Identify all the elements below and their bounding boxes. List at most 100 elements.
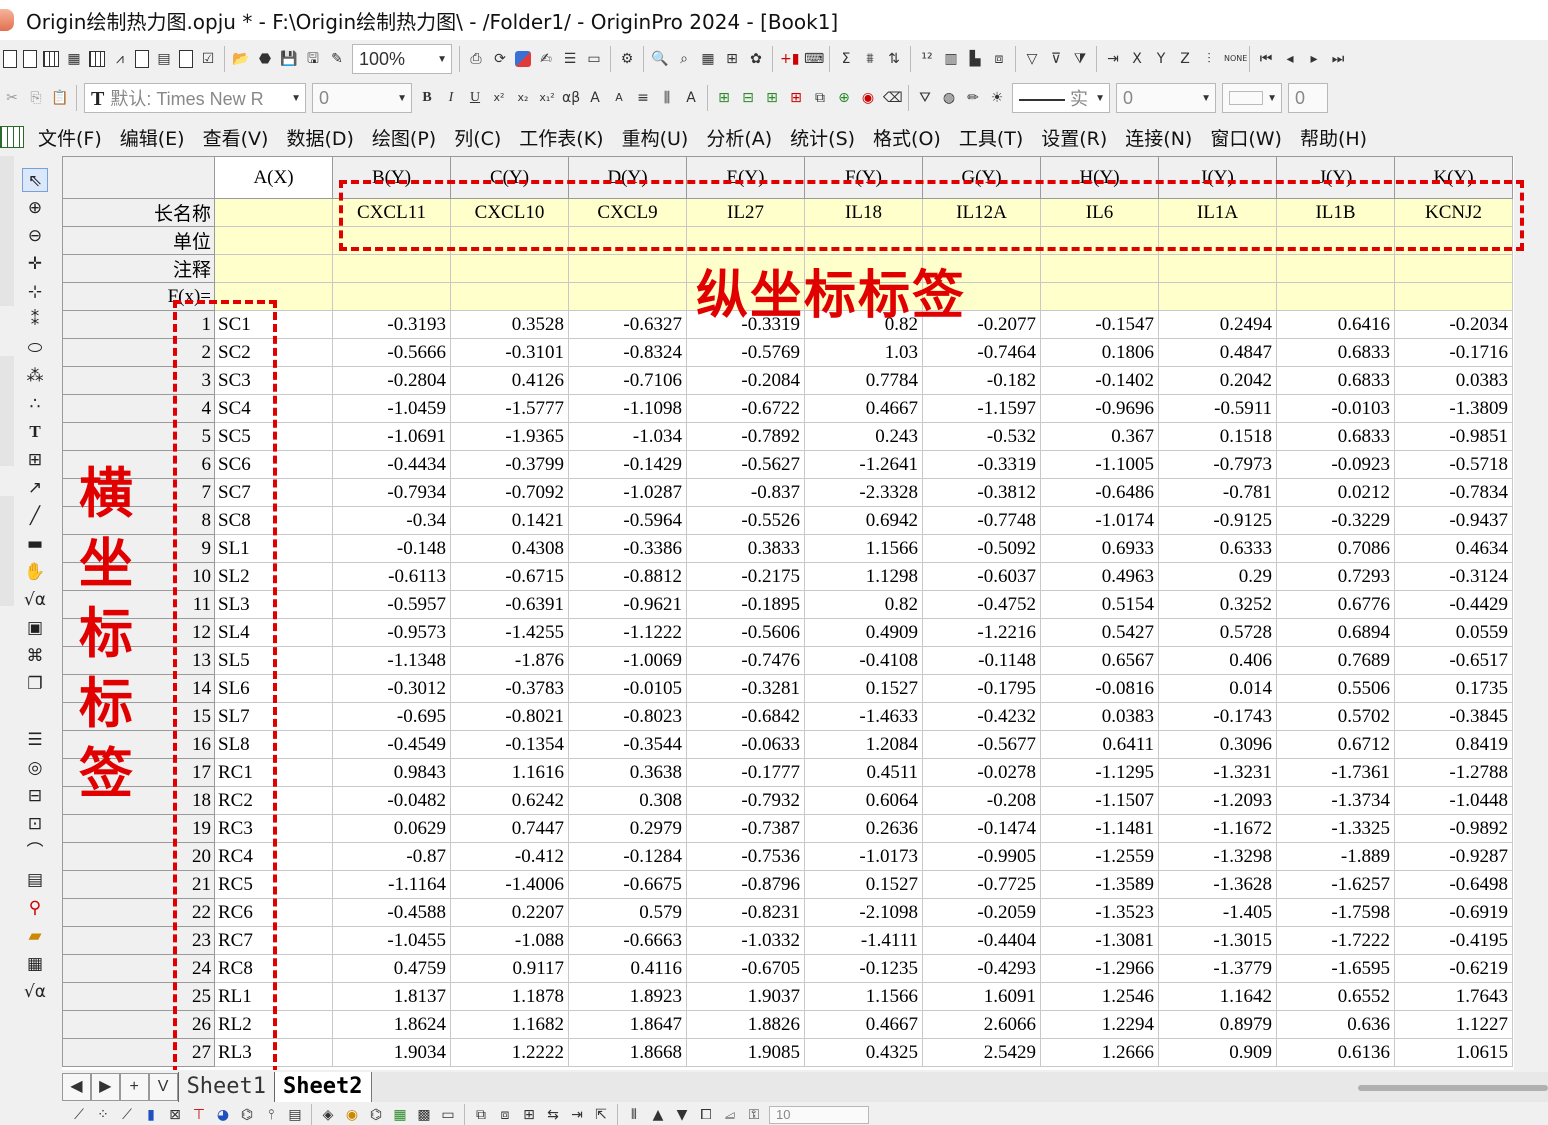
- list-icon[interactable]: ☰: [22, 728, 48, 752]
- data-cell[interactable]: -1.2559: [1040, 842, 1159, 871]
- data-cell[interactable]: -0.3012: [332, 674, 451, 703]
- data-cell[interactable]: 0.4308: [450, 534, 569, 563]
- data-cell[interactable]: -1.0448: [1394, 786, 1513, 815]
- add-table-icon[interactable]: ⊞: [22, 448, 48, 472]
- statistics-icon[interactable]: ⩩: [861, 50, 879, 68]
- data-cell[interactable]: 0.0629: [332, 814, 451, 843]
- font-size-select[interactable]: 0 ▼: [312, 83, 412, 113]
- data-cell[interactable]: 0.6894: [1276, 618, 1395, 647]
- data-cell[interactable]: 0.3528: [450, 310, 569, 339]
- data-cell[interactable]: 0.6833: [1276, 366, 1395, 395]
- object-back-icon[interactable]: ▼: [673, 1106, 691, 1124]
- data-cell[interactable]: 0.5702: [1276, 702, 1395, 731]
- data-cell[interactable]: 0.7447: [450, 814, 569, 843]
- data-cell[interactable]: -0.1895: [686, 590, 805, 619]
- new-notes-icon[interactable]: [135, 50, 149, 68]
- menu-column[interactable]: 列(C): [454, 124, 501, 151]
- meta-cell[interactable]: [1158, 254, 1277, 283]
- data-cell[interactable]: 0.5728: [1158, 618, 1277, 647]
- data-cell[interactable]: -0.2059: [922, 898, 1041, 927]
- data-cell[interactable]: -0.0482: [332, 786, 451, 815]
- data-cell[interactable]: -0.4108: [804, 646, 923, 675]
- extract-icon[interactable]: ⇥: [568, 1106, 586, 1124]
- data-cell[interactable]: -0.8812: [568, 562, 687, 591]
- arrow-tool-icon[interactable]: ↗: [22, 476, 48, 500]
- text-tool-icon[interactable]: T: [22, 420, 48, 444]
- meta-cell[interactable]: [214, 254, 333, 283]
- data-cell[interactable]: -0.6842: [686, 702, 805, 731]
- increase-font-icon[interactable]: A: [586, 89, 604, 107]
- error-plot-icon[interactable]: ⫯: [262, 1106, 280, 1124]
- origin-app-icon[interactable]: [0, 9, 14, 31]
- data-cell[interactable]: -0.1777: [686, 758, 805, 787]
- check-icon[interactable]: ☑: [199, 50, 217, 68]
- results-dock-tab[interactable]: [0, 496, 14, 606]
- data-cell[interactable]: -0.7536: [686, 842, 805, 871]
- data-cell[interactable]: -0.9437: [1394, 506, 1513, 535]
- data-cell[interactable]: -0.34: [332, 506, 451, 535]
- data-cell[interactable]: 2.5429: [922, 1038, 1041, 1067]
- clear-icon[interactable]: ⌫: [883, 89, 903, 107]
- menu-view[interactable]: 查看(V): [203, 124, 269, 151]
- data-cell[interactable]: -1.3734: [1276, 786, 1395, 815]
- data-cell[interactable]: 1.2222: [450, 1038, 569, 1067]
- data-cell[interactable]: 0.6064: [804, 786, 923, 815]
- data-cell[interactable]: -0.0278: [922, 758, 1041, 787]
- menu-worksheet[interactable]: 工作表(K): [519, 124, 603, 151]
- data-cell[interactable]: 1.1616: [450, 758, 569, 787]
- data-cell[interactable]: -1.1672: [1158, 814, 1277, 843]
- column-plot-icon[interactable]: ▮: [142, 1106, 160, 1124]
- data-cell[interactable]: -0.1429: [568, 450, 687, 479]
- data-cell[interactable]: 0.0383: [1394, 366, 1513, 395]
- save-template-icon[interactable]: 🖫: [304, 50, 322, 68]
- tab-prev-button[interactable]: ◀: [62, 1073, 91, 1101]
- data-cell[interactable]: -0.7834: [1394, 478, 1513, 507]
- surface-plot-icon[interactable]: ⌬: [367, 1106, 385, 1124]
- copy-icon[interactable]: ⎘: [27, 89, 45, 107]
- menu-analysis[interactable]: 分析(A): [706, 124, 772, 151]
- data-cell[interactable]: 0.6712: [1276, 730, 1395, 759]
- data-cell[interactable]: -0.6663: [568, 926, 687, 955]
- set-as-icon[interactable]: ⇥: [1104, 50, 1122, 68]
- curve-tool-icon[interactable]: ⌒: [22, 840, 48, 864]
- fill-color-icon[interactable]: ⛛: [916, 89, 934, 107]
- meta-cell[interactable]: [332, 282, 451, 311]
- data-cell[interactable]: -0.4293: [922, 954, 1041, 983]
- data-cell[interactable]: -1.2788: [1394, 758, 1513, 787]
- data-cell[interactable]: -0.6517: [1394, 646, 1513, 675]
- data-cell[interactable]: -1.0691: [332, 422, 451, 451]
- align-tool-icon[interactable]: ⊟: [22, 784, 48, 808]
- data-cell[interactable]: -1.1507: [1040, 786, 1159, 815]
- 3d-plot-icon[interactable]: ◈: [319, 1106, 337, 1124]
- data-cell[interactable]: 0.6333: [1158, 534, 1277, 563]
- menu-tools[interactable]: 工具(T): [959, 124, 1023, 151]
- data-cell[interactable]: 1.1566: [804, 982, 923, 1011]
- data-cell[interactable]: 1.1298: [804, 562, 923, 591]
- data-cell[interactable]: -0.7932: [686, 786, 805, 815]
- new-graph-icon[interactable]: ▦: [65, 50, 83, 68]
- meta-cell[interactable]: [214, 198, 333, 227]
- data-cell[interactable]: -1.2093: [1158, 786, 1277, 815]
- data-cell[interactable]: -0.1474: [922, 814, 1041, 843]
- data-cell[interactable]: -0.695: [332, 702, 451, 731]
- data-cell[interactable]: 1.8923: [568, 982, 687, 1011]
- insert-graph-icon[interactable]: ▣: [22, 616, 48, 640]
- data-cell[interactable]: -0.7973: [1158, 450, 1277, 479]
- data-cell[interactable]: 0.7784: [804, 366, 923, 395]
- data-cell[interactable]: 0.406: [1158, 646, 1277, 675]
- data-cell[interactable]: -0.4232: [922, 702, 1041, 731]
- object-front-icon[interactable]: ▲: [649, 1106, 667, 1124]
- data-cell[interactable]: -1.1597: [922, 394, 1041, 423]
- data-cell[interactable]: -0.8231: [686, 898, 805, 927]
- bottom-font-size-select[interactable]: 10: [769, 1105, 869, 1124]
- data-cell[interactable]: -0.412: [450, 842, 569, 871]
- data-cell[interactable]: -0.7464: [922, 338, 1041, 367]
- data-cell[interactable]: -0.6327: [568, 310, 687, 339]
- data-cell[interactable]: 0.4126: [450, 366, 569, 395]
- data-cell[interactable]: -0.532: [922, 422, 1041, 451]
- data-cell[interactable]: -0.5957: [332, 590, 451, 619]
- horizontal-scrollbar[interactable]: [370, 1072, 1548, 1102]
- data-cell[interactable]: 0.5506: [1276, 674, 1395, 703]
- data-cell[interactable]: 0.6833: [1276, 338, 1395, 367]
- data-cell[interactable]: -0.4195: [1394, 926, 1513, 955]
